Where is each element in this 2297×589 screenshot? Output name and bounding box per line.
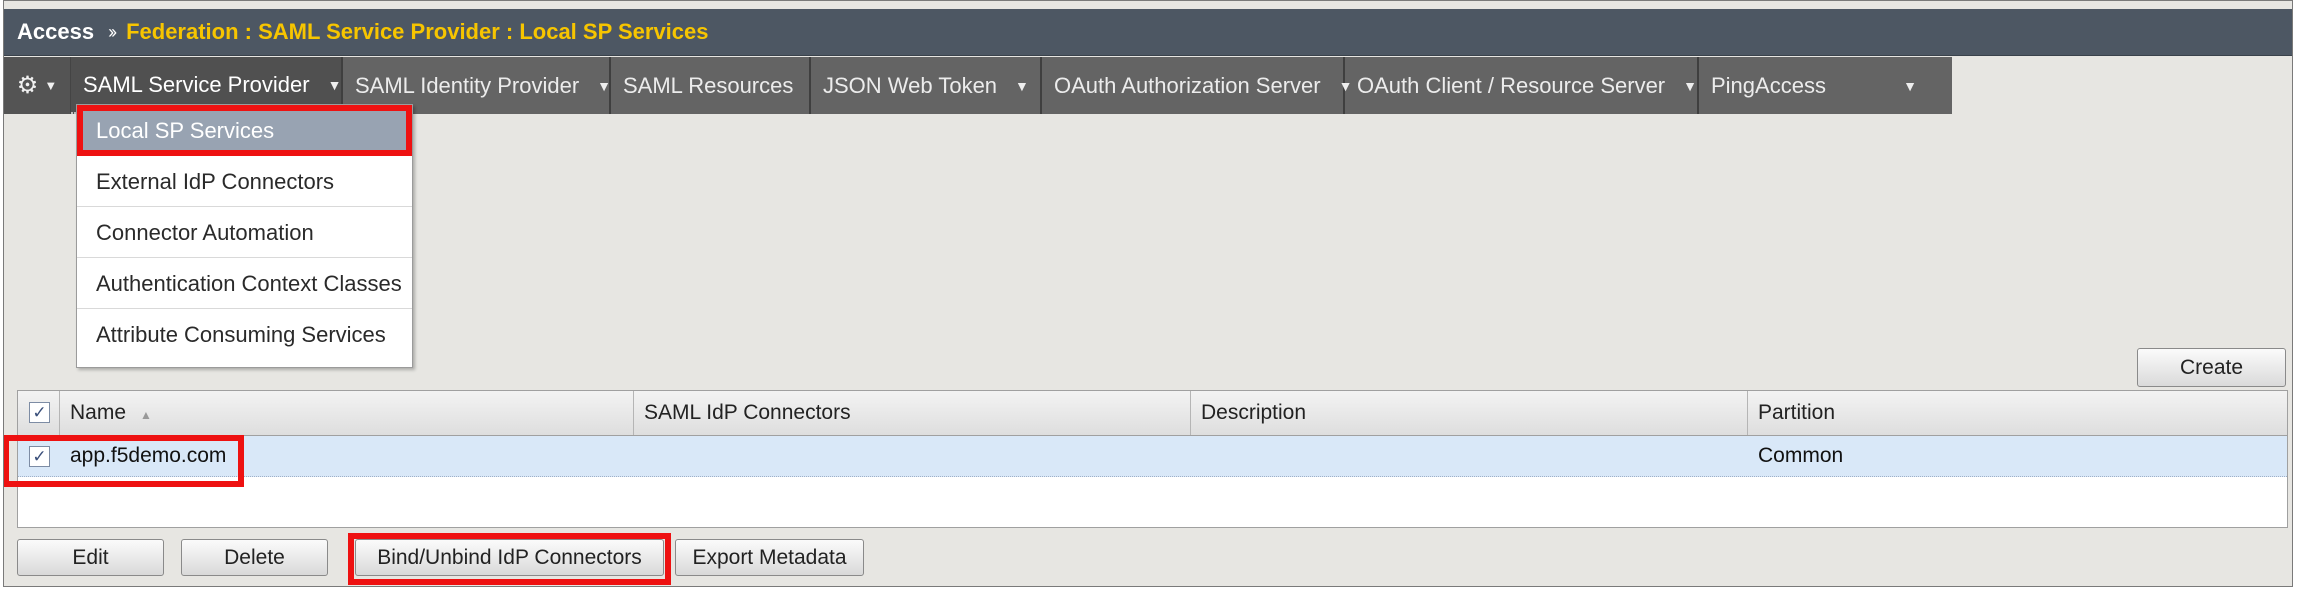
breadcrumb: Access ›› Federation : SAML Service Prov… — [4, 9, 2292, 56]
column-header-partition[interactable]: Partition — [1748, 391, 2287, 435]
chevron-down-icon: ▼ — [1015, 77, 1029, 94]
tab-label: SAML Resources — [623, 72, 794, 98]
column-header-saml-idp-connectors[interactable]: SAML IdP Connectors — [634, 391, 1191, 435]
export-metadata-button[interactable]: Export Metadata — [675, 539, 864, 576]
menu-item-attribute-consuming-services[interactable]: Attribute Consuming Services — [77, 309, 412, 360]
table-header: ✓ Name ▲ SAML IdP Connectors Description … — [18, 391, 2287, 436]
chevron-down-icon: ▼ — [327, 76, 342, 93]
tab-saml-resources[interactable]: SAML Resources — [611, 57, 811, 114]
tab-label: OAuth Client / Resource Server — [1357, 72, 1666, 98]
menu-item-local-sp-services[interactable]: Local SP Services — [77, 105, 412, 156]
delete-button[interactable]: Delete — [181, 539, 328, 576]
tab-oauth-authorization-server[interactable]: OAuth Authorization Server ▼ — [1042, 57, 1352, 114]
column-header-name[interactable]: Name ▲ — [60, 391, 634, 435]
select-all-checkbox[interactable]: ✓ — [29, 402, 50, 423]
chevron-down-icon: ▼ — [597, 77, 612, 94]
tab-label: SAML Service Provider — [83, 71, 310, 97]
tab-label: SAML Identity Provider — [355, 72, 580, 98]
tab-oauth-client-resource-server[interactable]: OAuth Client / Resource Server ▼ — [1345, 57, 1699, 114]
highlight-box — [4, 435, 244, 487]
row-saml-idp-connectors — [634, 436, 1201, 476]
tab-label: OAuth Authorization Server — [1054, 72, 1321, 98]
app-frame: Access ›› Federation : SAML Service Prov… — [3, 0, 2293, 587]
highlight-box — [348, 533, 671, 585]
sort-asc-icon: ▲ — [140, 408, 152, 422]
tab-pingaccess[interactable]: PingAccess ▼ — [1699, 57, 1929, 114]
create-button[interactable]: Create — [2137, 348, 2286, 387]
menu-item-authentication-context-classes[interactable]: Authentication Context Classes — [77, 258, 412, 309]
settings-menu-button[interactable]: ⚙ ▼ — [4, 57, 71, 114]
breadcrumb-separator: ›› — [108, 21, 117, 42]
page-title: Federation : SAML Service Provider : Loc… — [126, 19, 709, 44]
chevron-down-icon: ▼ — [1903, 77, 1917, 94]
menu-item-external-idp-connectors[interactable]: External IdP Connectors — [77, 156, 412, 207]
saml-service-provider-menu: Local SP Services External IdP Connector… — [76, 104, 413, 368]
tab-json-web-token[interactable]: JSON Web Token ▼ — [811, 57, 1042, 114]
edit-button[interactable]: Edit — [17, 539, 164, 576]
row-partition: Common — [1758, 444, 1844, 467]
tab-label: JSON Web Token — [823, 72, 998, 98]
select-all-cell: ✓ — [18, 391, 60, 435]
top-strip — [4, 1, 2292, 9]
chevron-down-icon: ▼ — [1683, 77, 1697, 94]
tab-label: PingAccess — [1711, 72, 1826, 98]
gear-icon: ⚙ — [16, 72, 39, 99]
breadcrumb-root: Access — [17, 19, 95, 44]
row-description — [1191, 436, 1758, 476]
table-row[interactable]: ✓ app.f5demo.com Common — [18, 436, 2287, 477]
menu-item-connector-automation[interactable]: Connector Automation — [77, 207, 412, 258]
sp-services-table: ✓ Name ▲ SAML IdP Connectors Description … — [17, 390, 2288, 528]
column-header-description[interactable]: Description — [1191, 391, 1748, 435]
chevron-down-icon: ▼ — [44, 78, 58, 93]
